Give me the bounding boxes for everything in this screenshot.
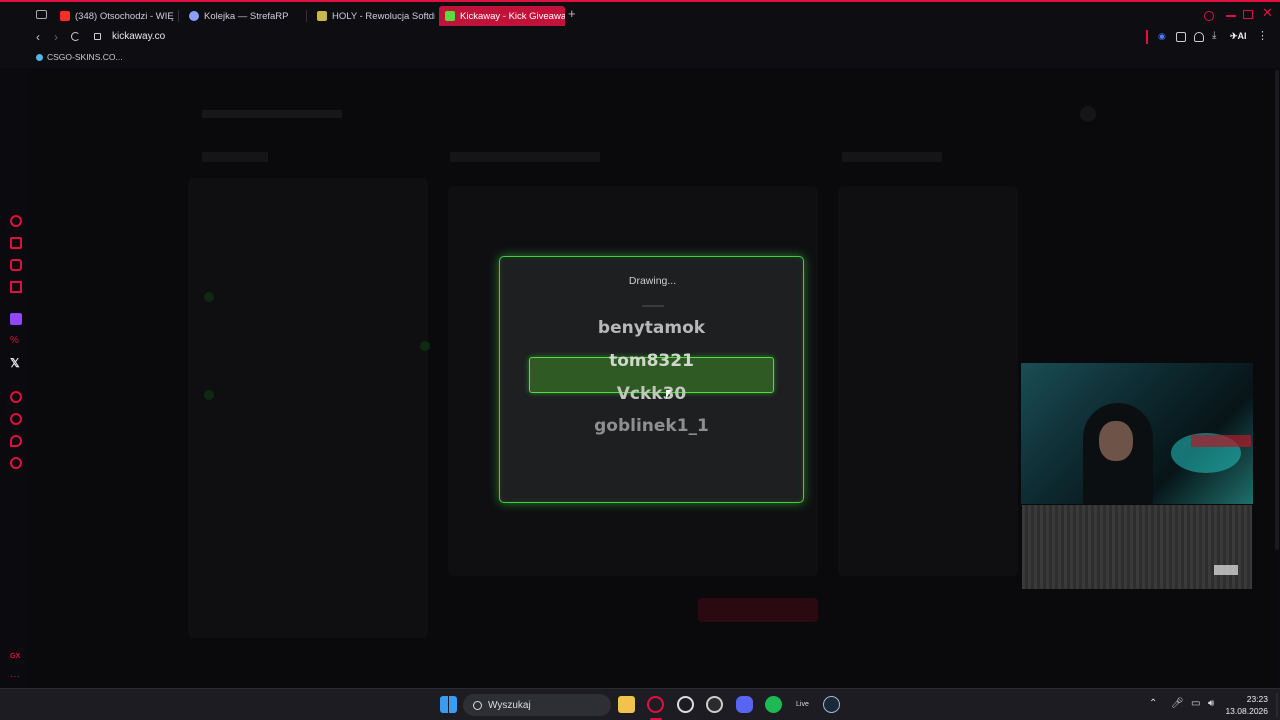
tab-holy[interactable]: HOLY - Rewolucja Softdrin [311,6,435,26]
show-hidden-icons-icon[interactable]: ⌃ [1149,698,1157,709]
app-logo [202,110,342,118]
reload-icon[interactable] [71,32,80,41]
x-twitter-icon[interactable]: 𝕏 [10,357,22,369]
gx-badge-icon[interactable]: GX [10,651,22,663]
webcam-overlay [1021,363,1253,504]
tab-label: Kickaway - Kick Giveaway [460,10,565,22]
toggle-3[interactable] [420,341,430,351]
audio-icon[interactable]: ◉ [1158,31,1166,42]
percent-icon[interactable]: % [10,335,22,347]
sidebar-accent-bar [1146,30,1148,44]
bookmark-item[interactable]: CSGO-SKINS.CO... [36,52,123,62]
faded-name-top [642,305,664,307]
search-tabs-icon[interactable] [1204,11,1214,21]
windows-taskbar: Wyszukaj Live ⌃ 🎤︎ ▭ 🔊︎ 23:23 13.08.2026 [0,688,1280,720]
profile-avatar [1080,106,1096,122]
file-explorer-icon[interactable] [618,696,635,713]
steam-icon[interactable] [823,696,840,713]
red-light [1191,435,1251,447]
search-icon [473,700,482,710]
microphone-icon[interactable]: 🎤︎ [1171,698,1184,709]
gx-control-icon[interactable] [10,215,22,227]
opera-gx-icon[interactable] [647,696,664,713]
strefarp-icon [189,11,199,21]
ai-label: AI [1237,31,1247,41]
tab-label: (348) Otsochodzi - WIĘCE [75,10,174,22]
new-tab-button[interactable]: + [568,7,576,21]
player-icon[interactable] [10,391,22,403]
scrollbar[interactable] [1275,70,1279,550]
tab-strefarp[interactable]: Kolejka — StrefaRP [183,6,298,26]
draw-name-item: goblinek1_1 [594,416,709,436]
lock-icon [94,33,101,40]
chatgpt-icon[interactable] [677,696,694,713]
live-app-icon[interactable]: Live [796,701,809,708]
account-icon[interactable] [1194,32,1204,42]
settings-gear-icon[interactable] [10,457,22,469]
participants-heading [450,152,600,162]
chat-icon[interactable] [10,259,22,271]
youtube-icon [60,11,70,21]
webcam-frame-bottom [1022,505,1252,589]
tab-bar: (348) Otsochodzi - WIĘCE Kolejka — Stref… [0,0,1280,28]
tab-label: HOLY - Rewolucja Softdrin [332,10,435,22]
news-icon[interactable] [10,281,22,293]
show-desktop-button[interactable] [1276,693,1278,717]
taskbar-search[interactable]: Wyszukaj [463,694,611,716]
clock-time[interactable]: 23:23 [1238,694,1268,704]
toggle-1[interactable] [204,292,214,302]
draw-name-item: benytamok [597,318,706,338]
volume-icon[interactable]: 🔊︎ [1208,698,1214,709]
network-icon[interactable]: ▭ [1191,698,1200,709]
twitch-icon[interactable] [10,313,22,325]
aria-ai-button[interactable]: ✈AI [1230,31,1247,42]
extensions-puzzle-icon[interactable] [1176,32,1186,42]
tab-overview-icon[interactable] [36,10,47,19]
search-label: Wyszukaj [488,699,531,711]
minimize-button[interactable] [1226,15,1236,17]
holy-icon [317,11,327,21]
forward-button[interactable]: › [54,30,58,44]
winners-panel [838,186,1018,576]
tab-kickaway[interactable]: Kickaway - Kick Giveaway [439,6,565,26]
start-button[interactable] [698,598,818,622]
download-icon[interactable]: ⤓ [1212,30,1216,41]
tab-youtube[interactable]: (348) Otsochodzi - WIĘCE [54,6,174,26]
more-icon[interactable]: ··· [10,672,22,684]
draw-name-item: Vckk30 [616,384,687,404]
obs-icon[interactable] [706,696,723,713]
tab-label: Kolejka — StrefaRP [204,10,289,22]
extensions-icon[interactable] [10,435,22,447]
kickaway-icon [445,11,455,21]
mouse-cursor-icon [666,390,671,399]
shopping-icon[interactable] [10,237,22,249]
draw-name-item: tom8321 [609,351,694,371]
winners-heading [842,152,942,162]
bookmark-label: CSGO-SKINS.CO... [47,52,123,62]
restore-button[interactable] [1243,10,1253,19]
settings-panel [188,178,428,638]
address-bar: ‹ › kickaway.co ◉ ⤓ ✈AI ⋮ [0,28,1280,48]
windows-start-icon[interactable] [440,696,457,713]
toggle-2[interactable] [204,390,214,400]
clock-date[interactable]: 13.08.2026 [1222,706,1268,716]
watermark-logo [1214,565,1238,575]
history-icon[interactable] [10,413,22,425]
close-icon[interactable]: ✕ [1262,5,1273,21]
discord-icon[interactable] [736,696,753,713]
url-field[interactable]: kickaway.co [112,31,165,42]
settings-heading [202,152,268,162]
browser-sidebar: % 𝕏 GX ··· [0,0,48,688]
back-button[interactable]: ‹ [36,30,40,44]
menu-icon[interactable]: ⋮ [1257,29,1268,42]
modal-title: Drawing... [628,275,677,287]
streamer-face [1099,421,1133,461]
spotify-icon[interactable] [765,696,782,713]
bookmarks-bar: CSGO-SKINS.CO... [0,48,1280,68]
globe-icon [36,53,43,61]
